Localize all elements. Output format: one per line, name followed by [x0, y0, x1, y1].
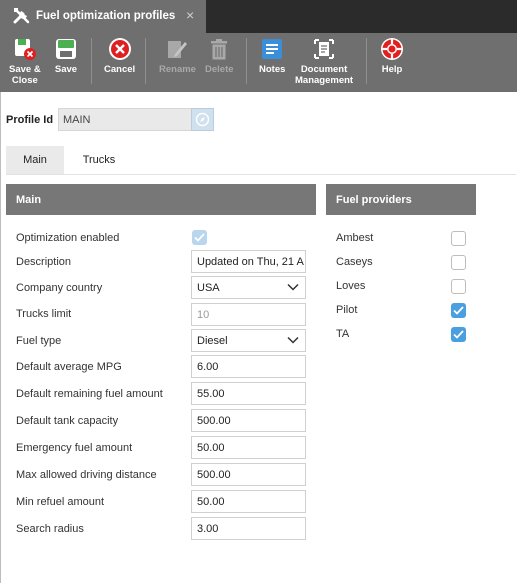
document-management-icon: [314, 39, 335, 59]
toolbar-separator: [366, 38, 367, 84]
save-icon: [56, 39, 76, 59]
lifebuoy-icon: [381, 38, 403, 60]
provider-label: Ambest: [336, 232, 374, 244]
default-average-mpg-field[interactable]: 6.00: [191, 355, 306, 378]
document-tab[interactable]: Fuel optimization profiles ×: [0, 0, 206, 33]
trash-icon: [211, 39, 228, 60]
emergency-fuel-field[interactable]: 50.00: [191, 436, 306, 459]
delete-label: Delete: [205, 64, 234, 75]
save-label: Save: [54, 64, 78, 75]
save-close-button[interactable]: Save & Close: [9, 37, 41, 86]
max-driving-distance-field[interactable]: 500.00: [191, 463, 306, 486]
provider-caseys-checkbox[interactable]: [451, 255, 466, 270]
provider-ambest-checkbox[interactable]: [451, 231, 466, 246]
description-label: Description: [16, 256, 72, 268]
fuel-providers-section-header: Fuel providers: [326, 184, 476, 215]
provider-ta-checkbox[interactable]: [451, 327, 466, 342]
toolbar: Save & Close Save Cancel Rename Delete N…: [0, 33, 517, 92]
rename-label: Rename: [159, 64, 196, 75]
save-button[interactable]: Save: [54, 37, 78, 75]
notes-label: Notes: [259, 64, 286, 75]
provider-loves-checkbox[interactable]: [451, 279, 466, 294]
chevron-down-icon: [287, 336, 299, 344]
checkmark-icon: [194, 233, 205, 242]
notes-button[interactable]: Notes: [259, 37, 285, 75]
tools-icon: [13, 8, 30, 24]
provider-pilot-checkbox[interactable]: [451, 303, 466, 318]
company-country-select[interactable]: USA: [191, 276, 306, 299]
toolbar-separator: [145, 38, 146, 84]
provider-label: TA: [336, 328, 350, 340]
tab-main[interactable]: Main: [6, 146, 64, 175]
save-close-label: Save & Close: [9, 64, 41, 86]
tab-title: Fuel optimization profiles: [36, 10, 176, 22]
default-tank-capacity-label: Default tank capacity: [16, 415, 119, 427]
tab-trucks[interactable]: Trucks: [64, 146, 134, 175]
fuel-type-select[interactable]: Diesel: [191, 329, 306, 352]
default-tank-capacity-field[interactable]: 500.00: [191, 409, 306, 432]
rename-icon: [168, 41, 188, 58]
optimization-enabled-label: Optimization enabled: [16, 232, 120, 244]
profile-id-field[interactable]: MAIN: [58, 108, 192, 131]
help-button[interactable]: Help: [380, 37, 404, 75]
search-radius-label: Search radius: [16, 523, 84, 535]
profile-lookup-button[interactable]: [191, 108, 214, 131]
toolbar-separator: [91, 38, 92, 84]
delete-button[interactable]: Delete: [205, 37, 234, 75]
fuel-type-label: Fuel type: [16, 335, 62, 347]
main-section-header: Main: [6, 184, 316, 215]
chevron-down-icon: [287, 283, 299, 291]
document-management-button[interactable]: Document Management: [295, 37, 353, 86]
notes-icon: [262, 39, 283, 59]
close-tab-icon[interactable]: ×: [186, 7, 194, 23]
toolbar-separator: [246, 38, 247, 84]
trucks-limit-field: 10: [191, 303, 306, 326]
cancel-icon: [108, 38, 131, 60]
provider-label: Loves: [336, 280, 366, 292]
optimization-enabled-checkbox[interactable]: [192, 230, 207, 245]
profile-id-label: Profile Id: [6, 114, 54, 126]
checkmark-icon: [453, 330, 464, 339]
cancel-button[interactable]: Cancel: [104, 37, 135, 75]
search-radius-field[interactable]: 3.00: [191, 517, 306, 540]
fuel-type-value: Diesel: [197, 335, 228, 347]
window-left-border: [0, 92, 1, 583]
rename-button[interactable]: Rename: [159, 37, 196, 75]
emergency-fuel-label: Emergency fuel amount: [16, 442, 133, 454]
document-management-label: Document Management: [295, 64, 354, 86]
default-remaining-fuel-field[interactable]: 55.00: [191, 382, 306, 405]
default-average-mpg-label: Default average MPG: [16, 361, 122, 373]
description-field[interactable]: Updated on Thu, 21 A: [191, 250, 306, 273]
provider-label: Caseys: [336, 256, 373, 268]
company-country-value: USA: [197, 282, 220, 294]
min-refuel-label: Min refuel amount: [16, 496, 105, 508]
min-refuel-field[interactable]: 50.00: [191, 490, 306, 513]
cancel-label: Cancel: [104, 64, 136, 75]
default-remaining-fuel-label: Default remaining fuel amount: [16, 388, 163, 400]
trucks-limit-label: Trucks limit: [16, 308, 72, 320]
compass-icon: [195, 112, 210, 127]
title-bar: Fuel optimization profiles ×: [0, 0, 517, 33]
tabs-divider: [6, 174, 516, 175]
provider-label: Pilot: [336, 304, 358, 316]
save-close-icon: [14, 39, 36, 60]
help-label: Help: [381, 64, 403, 75]
company-country-label: Company country: [16, 282, 103, 294]
checkmark-icon: [453, 306, 464, 315]
max-driving-distance-label: Max allowed driving distance: [16, 469, 157, 481]
